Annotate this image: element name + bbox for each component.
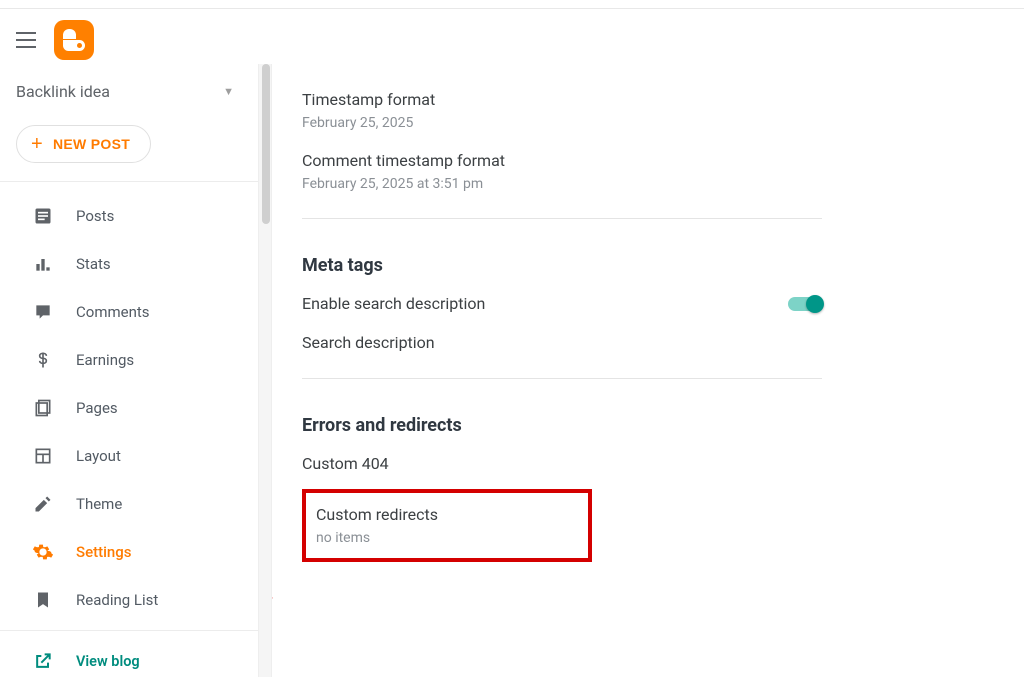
sidebar-item-earnings[interactable]: Earnings (0, 336, 258, 384)
sidebar-item-stats[interactable]: Stats (0, 240, 258, 288)
section-divider (302, 218, 822, 219)
setting-search-description[interactable]: Search description (302, 323, 1024, 362)
new-post-button[interactable]: + NEW POST (16, 125, 151, 163)
sidebar-item-theme[interactable]: Theme (0, 480, 258, 528)
scrollbar[interactable] (258, 64, 272, 677)
sidebar-item-label: Theme (76, 495, 122, 513)
sidebar: Backlink idea ▼ + NEW POST Posts Stats (0, 64, 258, 677)
stats-icon (32, 253, 54, 275)
sidebar-item-label: Posts (76, 207, 114, 225)
sidebar-item-label: Pages (76, 399, 118, 417)
sidebar-item-comments[interactable]: Comments (0, 288, 258, 336)
earnings-icon (32, 349, 54, 371)
setting-title: Comment timestamp format (302, 151, 822, 170)
annotation-highlight: Custom redirects no items (302, 489, 592, 562)
setting-title: Search description (302, 333, 1024, 352)
blogger-logo[interactable] (54, 20, 94, 60)
toggle-switch[interactable] (788, 297, 822, 311)
setting-title: Timestamp format (302, 90, 822, 109)
scrollbar-thumb[interactable] (262, 64, 270, 224)
setting-value: February 25, 2025 at 3:51 pm (302, 176, 822, 192)
view-blog-link[interactable]: View blog (0, 637, 258, 685)
blog-name: Backlink idea (16, 82, 110, 101)
sidebar-item-label: Comments (76, 303, 150, 321)
blog-selector[interactable]: Backlink idea ▼ (0, 72, 258, 111)
layout-icon (32, 445, 54, 467)
setting-enable-search-description[interactable]: Enable search description (302, 284, 822, 323)
sidebar-item-label: Layout (76, 447, 121, 465)
pages-icon (32, 397, 54, 419)
setting-title: Custom redirects (316, 505, 578, 524)
sidebar-item-settings[interactable]: Settings (0, 528, 258, 576)
setting-comment-timestamp-format[interactable]: Comment timestamp format February 25, 20… (302, 141, 822, 202)
bookmark-icon (32, 589, 54, 611)
setting-custom-redirects[interactable]: Custom redirects no items (316, 501, 578, 546)
new-post-label: NEW POST (53, 136, 130, 152)
sidebar-item-pages[interactable]: Pages (0, 384, 258, 432)
menu-icon[interactable] (16, 28, 40, 52)
section-heading-errors: Errors and redirects (302, 395, 1024, 444)
sidebar-item-reading-list[interactable]: Reading List (0, 576, 258, 624)
view-blog-label: View blog (76, 653, 140, 670)
setting-value: February 25, 2025 (302, 115, 822, 131)
section-divider (302, 378, 822, 379)
theme-icon (32, 493, 54, 515)
nav-divider (0, 630, 258, 631)
sidebar-item-label: Settings (76, 543, 132, 561)
external-link-icon (32, 650, 54, 672)
sidebar-item-label: Stats (76, 255, 111, 273)
plus-icon: + (31, 137, 43, 151)
sidebar-item-label: Earnings (76, 351, 134, 369)
nav: Posts Stats Comments Earnings (0, 182, 258, 685)
settings-content: Timestamp format February 25, 2025 Comme… (272, 64, 1024, 677)
setting-value: no items (316, 530, 578, 546)
setting-title: Enable search description (302, 294, 485, 313)
setting-title: Custom 404 (302, 454, 1024, 473)
sidebar-item-layout[interactable]: Layout (0, 432, 258, 480)
section-heading-meta-tags: Meta tags (302, 235, 1024, 284)
app-bar (0, 8, 1024, 72)
setting-custom-404[interactable]: Custom 404 (302, 444, 1024, 483)
chevron-down-icon: ▼ (223, 85, 234, 98)
posts-icon (32, 205, 54, 227)
comments-icon (32, 301, 54, 323)
sidebar-item-posts[interactable]: Posts (0, 192, 258, 240)
setting-timestamp-format[interactable]: Timestamp format February 25, 2025 (302, 80, 822, 141)
gear-icon (32, 541, 54, 563)
sidebar-item-label: Reading List (76, 591, 158, 609)
